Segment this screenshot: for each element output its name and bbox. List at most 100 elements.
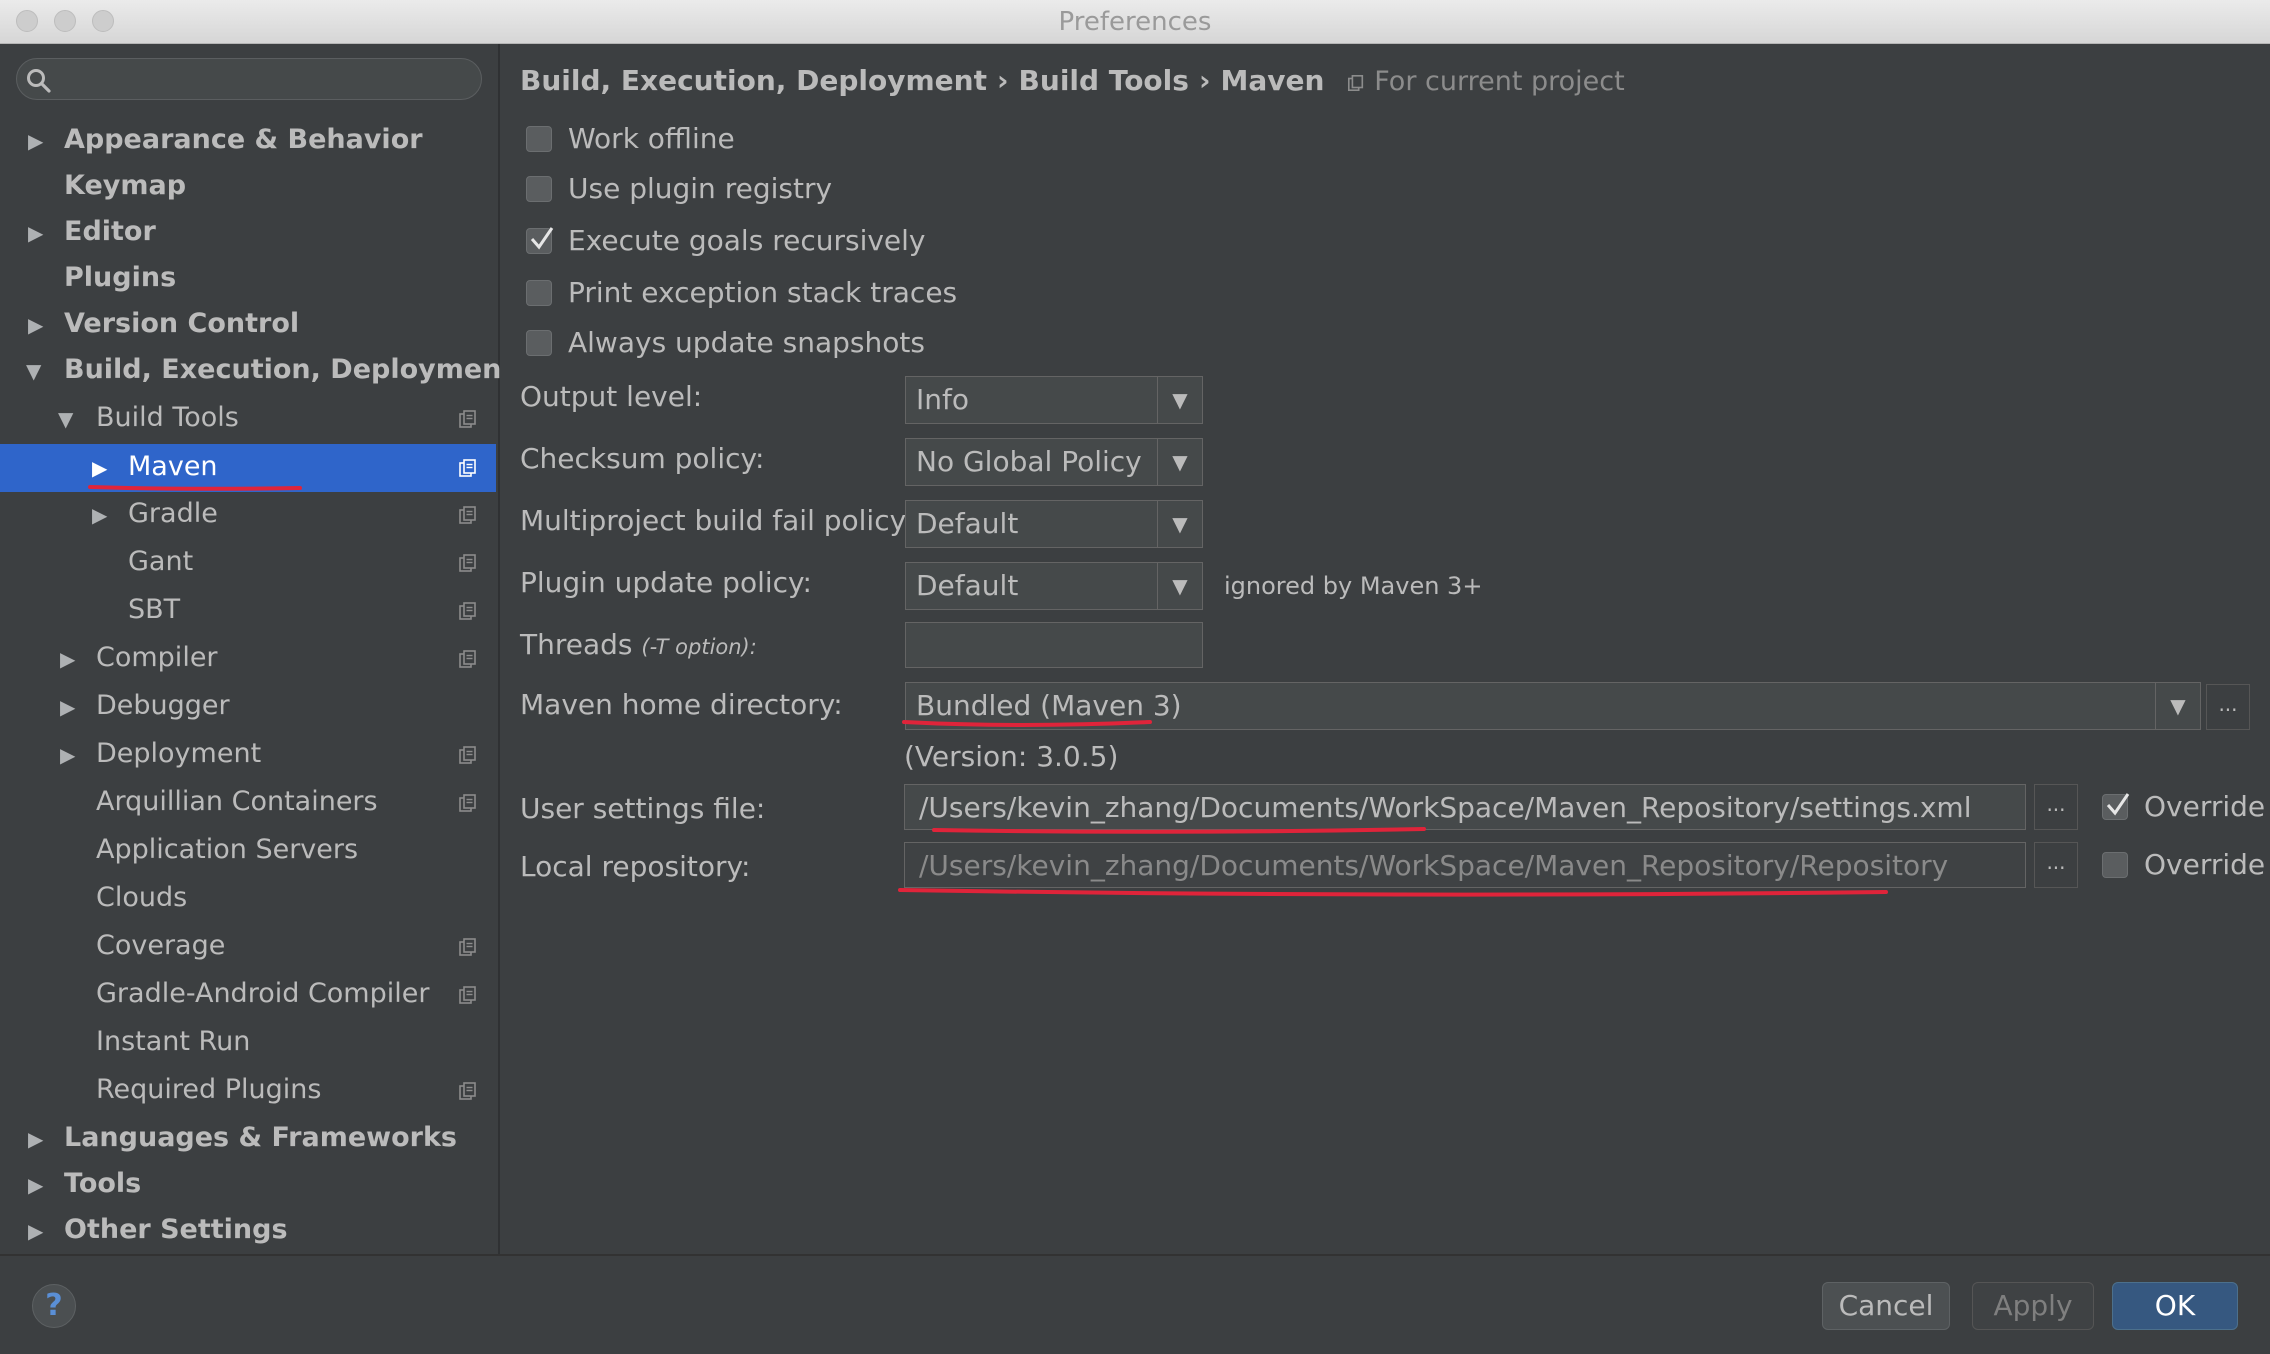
sidebar-item-clouds[interactable]: Clouds: [0, 876, 496, 922]
window-title: Preferences: [1058, 7, 1212, 37]
project-scope-icon: [459, 602, 476, 620]
user-settings-override-checkbox[interactable]: [2102, 793, 2130, 820]
sidebar-item-coverage[interactable]: Coverage: [0, 924, 496, 970]
settings-search-input[interactable]: [16, 58, 482, 100]
ok-button[interactable]: OK: [2112, 1282, 2238, 1330]
title-bar: Preferences: [0, 0, 2270, 44]
apply-button[interactable]: Apply: [1972, 1282, 2094, 1330]
expand-arrow-icon[interactable]: ▶: [28, 1175, 43, 1195]
sidebar-item-label: Arquillian Containers: [96, 786, 378, 817]
project-scope-icon: [459, 650, 476, 668]
cancel-button[interactable]: Cancel: [1822, 1282, 1950, 1330]
local-repository-override-checkbox[interactable]: [2102, 852, 2128, 878]
threads-label: Threads (-T option):: [520, 628, 757, 661]
maven-version-label: (Version: 3.0.5): [904, 740, 1119, 773]
plugin-update-policy-select[interactable]: Default ▼: [905, 562, 1203, 610]
dropdown-arrow-icon[interactable]: ▼: [1157, 501, 1202, 547]
checkmark-icon: [2106, 793, 2130, 816]
expand-arrow-icon[interactable]: ▶: [92, 505, 107, 525]
sidebar-item-languages-frameworks[interactable]: ▶ Languages & Frameworks: [0, 1116, 496, 1162]
checkbox-label: Execute goals recursively: [568, 224, 926, 257]
sidebar-item-build-execution-deployment[interactable]: ▼ Build, Execution, Deployment: [0, 348, 514, 394]
expand-arrow-icon[interactable]: ▶: [60, 697, 75, 717]
sidebar-item-label: Build, Execution, Deployment: [64, 354, 515, 385]
field-value: /Users/kevin_zhang/Documents/WorkSpace/M…: [919, 849, 1949, 882]
print-exception-stack-traces-checkbox[interactable]: [526, 280, 552, 306]
sidebar-item-compiler[interactable]: ▶ Compiler: [0, 636, 496, 682]
sidebar-item-keymap[interactable]: Keymap: [0, 164, 496, 210]
project-scope-icon: [459, 1082, 476, 1100]
search-icon: [27, 69, 51, 93]
expand-arrow-icon[interactable]: ▶: [60, 745, 75, 765]
sidebar-item-instant-run[interactable]: Instant Run: [0, 1020, 496, 1066]
sidebar-item-label: Compiler: [96, 642, 218, 673]
sidebar-item-tools[interactable]: ▶ Tools: [0, 1162, 496, 1208]
sidebar-item-application-servers[interactable]: Application Servers: [0, 828, 496, 874]
browse-local-repository-button[interactable]: ...: [2034, 842, 2078, 888]
sidebar-item-label: Instant Run: [96, 1026, 251, 1057]
dropdown-arrow-icon[interactable]: ▼: [1157, 563, 1202, 609]
browse-maven-home-button[interactable]: ...: [2206, 684, 2250, 730]
threads-input[interactable]: [905, 622, 1203, 668]
checkbox-label: Use plugin registry: [568, 172, 833, 205]
select-value: Info: [916, 383, 969, 416]
collapse-arrow-icon[interactable]: ▼: [58, 409, 73, 429]
expand-arrow-icon[interactable]: ▶: [28, 223, 43, 243]
execute-goals-recursively-checkbox[interactable]: [526, 227, 554, 254]
multiproject-fail-policy-select[interactable]: Default ▼: [905, 500, 1203, 548]
project-scope-icon: [459, 938, 476, 956]
expand-arrow-icon[interactable]: ▶: [92, 458, 107, 478]
checkbox-label: Override: [2144, 790, 2266, 823]
browse-user-settings-button[interactable]: ...: [2034, 784, 2078, 830]
expand-arrow-icon[interactable]: ▶: [28, 315, 43, 335]
breadcrumb-item: Maven: [1220, 64, 1325, 97]
sidebar-item-arquillian-containers[interactable]: Arquillian Containers: [0, 780, 496, 826]
work-offline-checkbox[interactable]: [526, 126, 552, 152]
checkbox-label: Print exception stack traces: [568, 276, 958, 309]
sidebar-item-sbt[interactable]: SBT: [0, 588, 496, 634]
checkbox-label: Always update snapshots: [568, 326, 925, 359]
sidebar-item-gradle-android-compiler[interactable]: Gradle-Android Compiler: [0, 972, 496, 1018]
sidebar-item-plugins[interactable]: Plugins: [0, 256, 496, 302]
use-plugin-registry-checkbox[interactable]: [526, 176, 552, 202]
plugin-update-policy-note: ignored by Maven 3+: [1224, 572, 1483, 600]
plugin-update-policy-label: Plugin update policy:: [520, 566, 812, 599]
sidebar-item-editor[interactable]: ▶ Editor: [0, 210, 496, 256]
sidebar-item-gant[interactable]: Gant: [0, 540, 496, 586]
sidebar-item-label: Keymap: [64, 170, 187, 201]
maven-settings-panel: Build, Execution, Deployment › Build Tools…: [500, 44, 2270, 1254]
sidebar-item-deployment[interactable]: ▶ Deployment: [0, 732, 496, 778]
expand-arrow-icon[interactable]: ▶: [28, 1221, 43, 1241]
project-scope-icon: [459, 506, 476, 524]
checksum-policy-select[interactable]: No Global Policy ▼: [905, 438, 1203, 486]
dropdown-arrow-icon[interactable]: ▼: [1157, 377, 1202, 423]
sidebar-item-required-plugins[interactable]: Required Plugins: [0, 1068, 496, 1114]
select-value: No Global Policy: [916, 445, 1142, 478]
project-scope-icon: [459, 459, 476, 477]
sidebar-item-label: SBT: [128, 594, 181, 625]
sidebar-item-label: Gradle-Android Compiler: [96, 978, 430, 1009]
sidebar-item-debugger[interactable]: ▶ Debugger: [0, 684, 496, 730]
help-button[interactable]: ?: [32, 1284, 76, 1328]
always-update-snapshots-checkbox[interactable]: [526, 330, 552, 356]
sidebar-item-gradle[interactable]: ▶ Gradle: [0, 492, 496, 538]
expand-arrow-icon[interactable]: ▶: [60, 649, 75, 669]
select-value: Default: [916, 507, 1019, 540]
sidebar-item-build-tools[interactable]: ▼ Build Tools: [0, 396, 496, 442]
dropdown-arrow-icon[interactable]: ▼: [2155, 683, 2200, 729]
local-repository-input[interactable]: /Users/kevin_zhang/Documents/WorkSpace/M…: [904, 842, 2026, 888]
expand-arrow-icon[interactable]: ▶: [28, 131, 43, 151]
scope-label: For current project: [1374, 66, 1625, 97]
sidebar-item-label: Other Settings: [64, 1214, 288, 1245]
sidebar-item-label: Plugins: [64, 262, 177, 293]
sidebar-item-other-settings[interactable]: ▶ Other Settings: [0, 1208, 496, 1254]
sidebar-item-version-control[interactable]: ▶ Version Control: [0, 302, 496, 348]
dropdown-arrow-icon[interactable]: ▼: [1157, 439, 1202, 485]
sidebar-item-label: Coverage: [96, 930, 226, 961]
expand-arrow-icon[interactable]: ▶: [28, 1129, 43, 1149]
collapse-arrow-icon[interactable]: ▼: [26, 361, 41, 381]
sidebar-item-label: Languages & Frameworks: [64, 1122, 458, 1153]
output-level-select[interactable]: Info ▼: [905, 376, 1203, 424]
checkbox-label: Work offline: [568, 122, 735, 155]
sidebar-item-appearance-behavior[interactable]: ▶ Appearance & Behavior: [0, 118, 496, 164]
